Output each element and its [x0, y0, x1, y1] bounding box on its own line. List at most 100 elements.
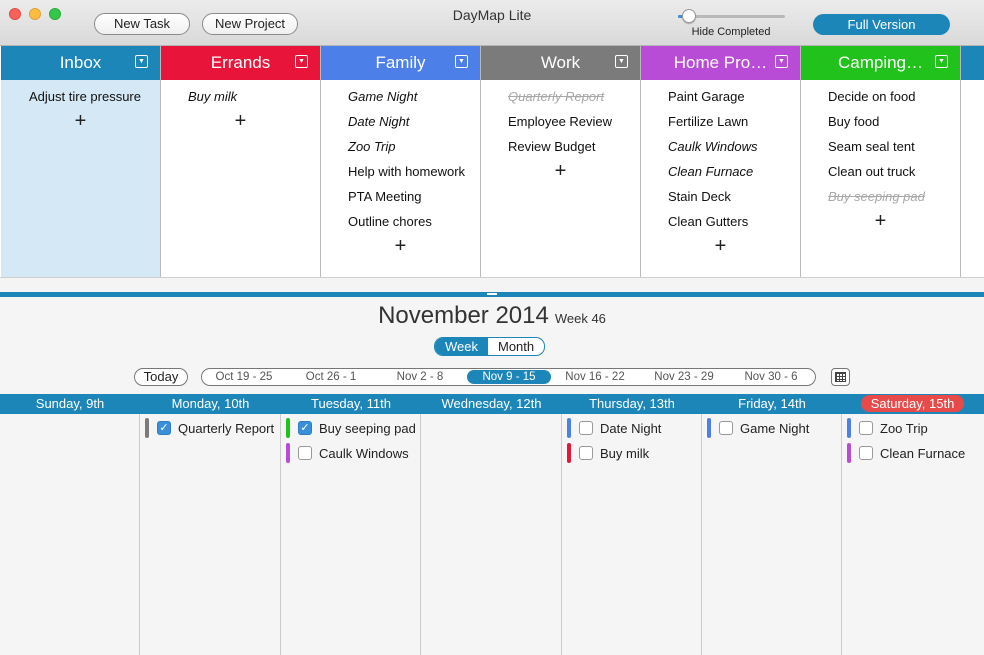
project-header[interactable]: Inbox ▼ [1, 46, 160, 80]
task-list: Game Night Date Night Zoo Trip Help with ho… [321, 80, 480, 259]
add-task-icon[interactable]: + [641, 234, 800, 259]
add-task-icon[interactable]: + [1, 109, 160, 134]
calendar-task-label: Buy milk [600, 445, 650, 461]
calendar-task-label: Quarterly Report [178, 420, 275, 436]
task-item[interactable]: Buy food [801, 109, 960, 134]
checkbox[interactable] [579, 421, 593, 435]
hide-completed-slider[interactable] [678, 9, 785, 23]
month-view-button[interactable]: Month [488, 338, 544, 355]
task-item[interactable]: Clean Furnace [641, 159, 800, 184]
day-header[interactable]: Friday, 14th [702, 394, 842, 414]
task-item[interactable]: Clean out truck [801, 159, 960, 184]
checked-checkbox-icon[interactable]: ✓ [157, 421, 171, 435]
calendar-header: November 2014 Week 46 [0, 302, 984, 330]
project-title: Inbox [59, 53, 102, 72]
checkbox[interactable] [859, 446, 873, 460]
project-header[interactable]: Work ▼ [481, 46, 640, 80]
calendar-task[interactable]: ✓ Buy seeping pad [286, 417, 416, 439]
calendar-task[interactable]: ✓ Quarterly Report [145, 417, 274, 439]
task-item[interactable]: Buy seeping pad [801, 184, 960, 209]
task-item[interactable]: Clean Gutters [641, 209, 800, 234]
slider-knob[interactable] [681, 9, 696, 23]
day-column[interactable]: Date Night Buy milk [562, 414, 702, 655]
dropdown-icon[interactable]: ▼ [295, 55, 308, 68]
calendar-task-label: Caulk Windows [319, 445, 409, 461]
week-range-option[interactable]: Nov 30 - 6 [729, 370, 813, 384]
calendar-task[interactable]: Game Night [707, 417, 809, 439]
title-bar: New Task New Project DayMap Lite Hide Co… [0, 0, 984, 46]
day-label: Wednesday, 12th [441, 396, 542, 411]
project-title: Camping… [837, 53, 924, 72]
day-column[interactable]: Game Night [702, 414, 842, 655]
checkbox[interactable] [298, 446, 312, 460]
task-item[interactable]: Zoo Trip [321, 134, 480, 159]
day-header[interactable]: Sunday, 9th [0, 394, 140, 414]
week-range-option[interactable]: Nov 23 - 29 [640, 370, 728, 384]
week-range-option[interactable]: Nov 16 - 22 [551, 370, 639, 384]
view-toggle: Week Month [434, 337, 546, 356]
task-item[interactable]: Paint Garage [641, 84, 800, 109]
project-header[interactable]: Home Pro… ▼ [641, 46, 800, 80]
full-version-button[interactable]: Full Version [813, 14, 950, 35]
calendar-task[interactable]: Buy milk [567, 442, 649, 464]
pane-divider-area [0, 277, 984, 292]
task-item[interactable]: Quarterly Report [481, 84, 640, 109]
task-item[interactable]: Review Budget [481, 134, 640, 159]
checkbox[interactable] [579, 446, 593, 460]
add-task-icon[interactable]: + [801, 209, 960, 234]
task-item[interactable]: Game Night [321, 84, 480, 109]
add-task-icon[interactable]: + [321, 234, 480, 259]
task-item[interactable]: Buy milk [161, 84, 320, 109]
checked-checkbox-icon[interactable]: ✓ [298, 421, 312, 435]
add-task-icon[interactable]: + [161, 109, 320, 134]
project-header[interactable]: Camping… ▼ [801, 46, 960, 80]
day-column[interactable]: Zoo Trip Clean Furnace [842, 414, 983, 655]
splitter-handle[interactable] [487, 293, 497, 295]
add-task-icon[interactable]: + [481, 159, 640, 184]
checkbox[interactable] [859, 421, 873, 435]
calendar-icon[interactable] [831, 368, 850, 386]
calendar: November 2014 Week 46 Week Month Today Oc… [0, 297, 984, 655]
task-item[interactable]: Help with homework [321, 159, 480, 184]
dropdown-icon[interactable]: ▼ [935, 55, 948, 68]
day-header[interactable]: Tuesday, 11th [281, 394, 421, 414]
week-range-option[interactable]: Oct 26 - 1 [289, 370, 373, 384]
calendar-task[interactable]: Date Night [567, 417, 661, 439]
day-column[interactable]: ✓ Buy seeping pad Caulk Windows [281, 414, 421, 655]
task-item[interactable]: PTA Meeting [321, 184, 480, 209]
calendar-task[interactable]: Caulk Windows [286, 442, 409, 464]
day-column[interactable] [421, 414, 562, 655]
day-header[interactable]: Thursday, 13th [562, 394, 702, 414]
day-column[interactable]: ✓ Quarterly Report [140, 414, 281, 655]
task-item[interactable]: Caulk Windows [641, 134, 800, 159]
dropdown-icon[interactable]: ▼ [135, 55, 148, 68]
day-header[interactable]: Saturday, 15th [842, 394, 983, 414]
dropdown-icon[interactable]: ▼ [455, 55, 468, 68]
week-view-button[interactable]: Week [435, 338, 488, 355]
week-range-option[interactable]: Nov 9 - 15 [467, 370, 551, 384]
day-column[interactable] [0, 414, 140, 655]
task-item[interactable]: Seam seal tent [801, 134, 960, 159]
task-item[interactable]: Outline chores [321, 209, 480, 234]
week-range-option[interactable]: Nov 2 - 8 [376, 370, 464, 384]
calendar-task[interactable]: Clean Furnace [847, 442, 965, 464]
dropdown-icon[interactable]: ▼ [775, 55, 788, 68]
project-column-5: Camping… ▼ Decide on food Buy food Seam seal… [801, 46, 961, 277]
day-label: Monday, 10th [171, 396, 250, 411]
project-header[interactable]: Errands ▼ [161, 46, 320, 80]
calendar-task[interactable]: Zoo Trip [847, 417, 928, 439]
checkbox[interactable] [719, 421, 733, 435]
today-button[interactable]: Today [134, 368, 188, 386]
week-range-option[interactable]: Oct 19 - 25 [202, 370, 286, 384]
task-item[interactable]: Decide on food [801, 84, 960, 109]
task-item[interactable]: Date Night [321, 109, 480, 134]
calendar-task-label: Date Night [600, 420, 662, 436]
task-item[interactable]: Fertilize Lawn [641, 109, 800, 134]
dropdown-icon[interactable]: ▼ [615, 55, 628, 68]
project-header[interactable]: Family ▼ [321, 46, 480, 80]
task-item[interactable]: Employee Review [481, 109, 640, 134]
task-item[interactable]: Adjust tire pressure [1, 84, 160, 109]
day-header[interactable]: Monday, 10th [140, 394, 281, 414]
day-header[interactable]: Wednesday, 12th [421, 394, 562, 414]
task-item[interactable]: Stain Deck [641, 184, 800, 209]
